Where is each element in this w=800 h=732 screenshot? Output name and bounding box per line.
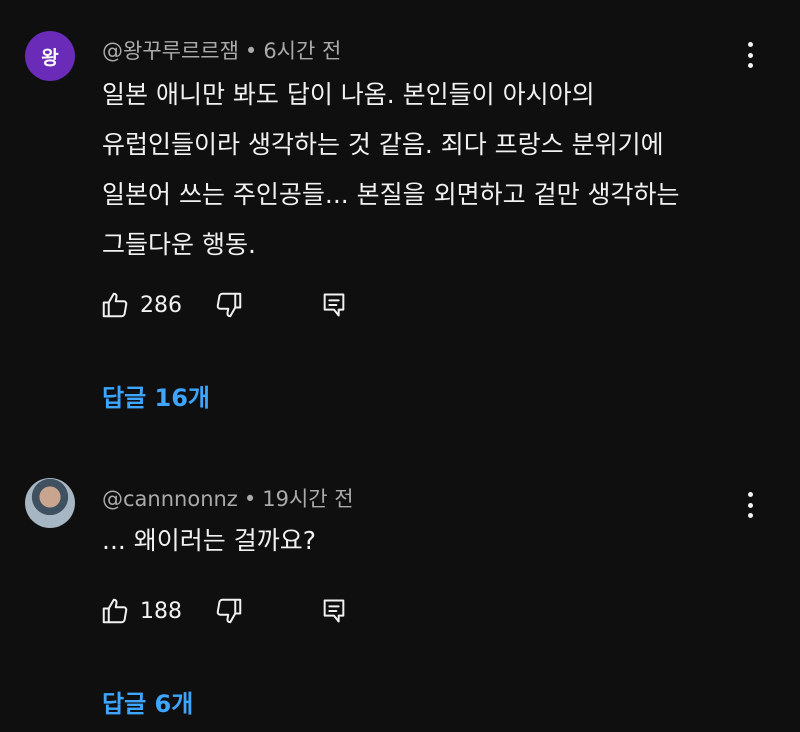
replies-toggle[interactable]: 답글 6개: [102, 684, 193, 719]
avatar[interactable]: [25, 478, 75, 528]
author-name[interactable]: @cannnonnz: [102, 487, 238, 511]
reply-icon: [323, 599, 345, 623]
thumbs-up-icon: [102, 598, 128, 624]
timestamp[interactable]: 19시간 전: [262, 487, 353, 511]
like-count: 188: [140, 598, 182, 624]
like-button[interactable]: 188: [100, 596, 182, 626]
comment-actions: 188: [100, 594, 348, 628]
meta-separator: •: [243, 487, 257, 511]
more-vert-icon[interactable]: [740, 490, 760, 520]
comment-text: ... 왜이러는 걸까요?: [102, 516, 732, 566]
dislike-button[interactable]: [214, 596, 244, 626]
comment-meta: @cannnonnz • 19시간 전: [102, 483, 354, 513]
comment-text-line: ... 왜이러는 걸까요?: [102, 526, 317, 555]
thumbs-down-icon: [216, 598, 242, 624]
reply-button[interactable]: [320, 596, 348, 626]
comment-2: @cannnonnz • 19시간 전 ... 왜이러는 걸까요? 188 답글 6…: [0, 0, 800, 732]
